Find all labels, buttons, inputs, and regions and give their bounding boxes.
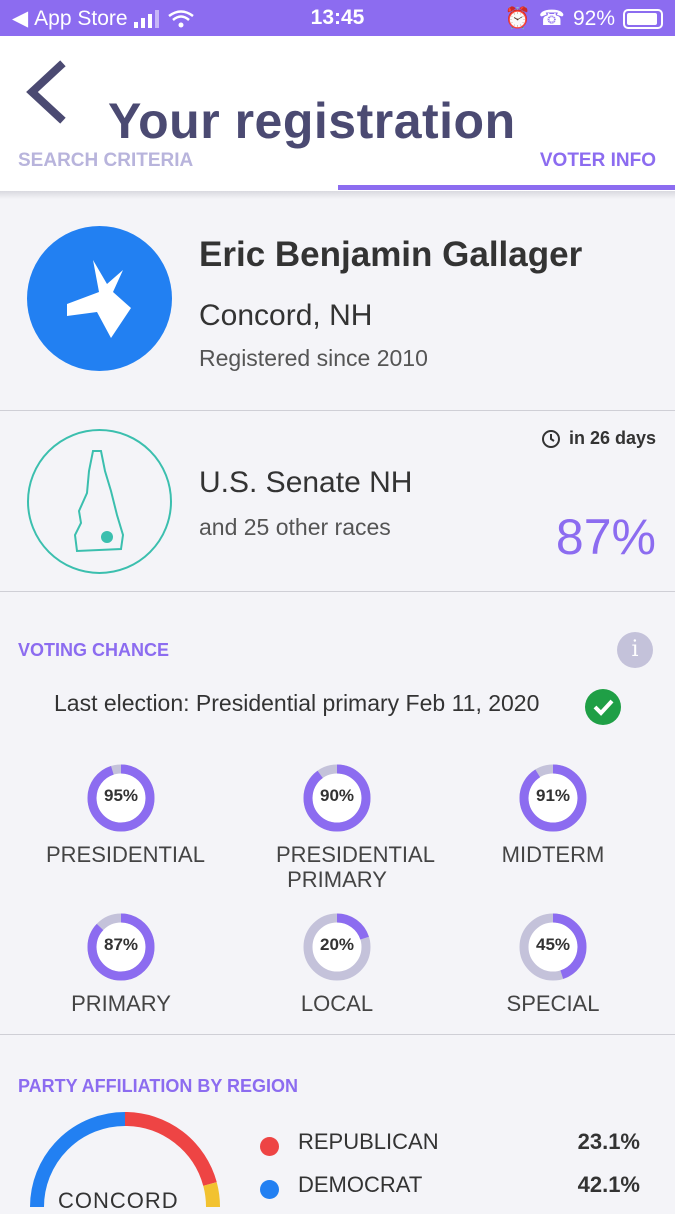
donut-label: PRESIDENTIAL — [46, 842, 205, 867]
countdown: in 26 days — [541, 428, 656, 449]
state-map-circle — [27, 429, 172, 574]
voter-name: Eric Benjamin Gallager — [199, 235, 583, 274]
back-chevron-icon[interactable] — [22, 60, 72, 124]
registered-since: Registered since 2010 — [199, 345, 428, 371]
divider — [0, 1034, 675, 1035]
region-name: CONCORD — [58, 1188, 179, 1213]
page-title: Your registration — [108, 93, 516, 149]
voting-chance-item: 20% LOCAL — [262, 911, 412, 1016]
democrat-dot — [260, 1180, 279, 1199]
race-percent: 87% — [555, 509, 656, 565]
voting-chance-item: 90% PRESIDENTIAL PRIMARY — [262, 762, 435, 892]
status-bar: ◀ App Store 13:45 ⏰ ☎ 92% — [0, 0, 675, 36]
status-right: ⏰ ☎ 92% — [505, 6, 663, 31]
voter-card: Eric Benjamin Gallager Concord, NH Regis… — [0, 199, 675, 411]
donut-value: 91% — [535, 786, 571, 805]
donut-value: 90% — [319, 786, 355, 805]
voting-chance-item: 87% PRIMARY — [46, 911, 196, 1016]
check-icon — [585, 689, 621, 725]
last-election: Last election: Presidential primary Feb … — [54, 690, 540, 716]
phone-icon: ☎ — [538, 7, 565, 30]
voting-chance-item: 45% SPECIAL — [478, 911, 628, 1016]
party-name: REPUBLICAN — [298, 1129, 439, 1154]
race-card[interactable]: in 26 days U.S. Senate NH and 25 other r… — [0, 412, 675, 592]
new-hampshire-map-icon — [73, 450, 125, 553]
tab-voter-info[interactable]: VOTER INFO — [540, 150, 656, 172]
party-name: DEMOCRAT — [298, 1172, 423, 1197]
info-icon[interactable]: i — [617, 632, 653, 668]
battery-percent: 92% — [572, 6, 615, 30]
divider — [0, 591, 675, 592]
donut-label: SPECIAL — [506, 991, 600, 1016]
donut-value: 95% — [103, 786, 139, 805]
app-header: Your registration SEARCH CRITERIA VOTER … — [0, 36, 675, 191]
donkey-icon — [67, 260, 131, 338]
donut-label: MIDTERM — [501, 842, 605, 867]
donut-value: 20% — [319, 935, 355, 954]
donut-label: PRIMARY — [71, 991, 171, 1016]
race-title: U.S. Senate NH — [199, 466, 413, 499]
donut-value: 87% — [103, 935, 139, 954]
party-value: 42.1% — [577, 1172, 640, 1197]
donut-label: PRESIDENTIAL PRIMARY — [276, 842, 435, 892]
voting-chance-item: 95% PRESIDENTIAL — [46, 762, 205, 867]
clock-icon — [541, 429, 560, 448]
tab-search-criteria[interactable]: SEARCH CRITERIA — [18, 150, 193, 172]
header-shadow — [0, 191, 675, 199]
republican-dot — [260, 1137, 279, 1156]
countdown-text: in 26 days — [568, 428, 656, 448]
party-avatar — [27, 226, 172, 371]
divider — [0, 410, 675, 411]
battery-icon — [623, 8, 663, 29]
party-value: 23.1% — [577, 1129, 640, 1154]
voting-chance-label: VOTING CHANCE — [18, 640, 170, 660]
other-races: and 25 other races — [199, 514, 391, 540]
alarm-icon: ⏰ — [504, 6, 531, 30]
active-tab-indicator — [338, 185, 675, 190]
party-affiliation-label: PARTY AFFILIATION BY REGION — [18, 1076, 299, 1096]
donut-value: 45% — [535, 935, 571, 954]
voting-chance-item: 91% MIDTERM — [478, 762, 628, 867]
voter-location: Concord, NH — [199, 299, 373, 332]
donut-label: LOCAL — [300, 991, 374, 1016]
